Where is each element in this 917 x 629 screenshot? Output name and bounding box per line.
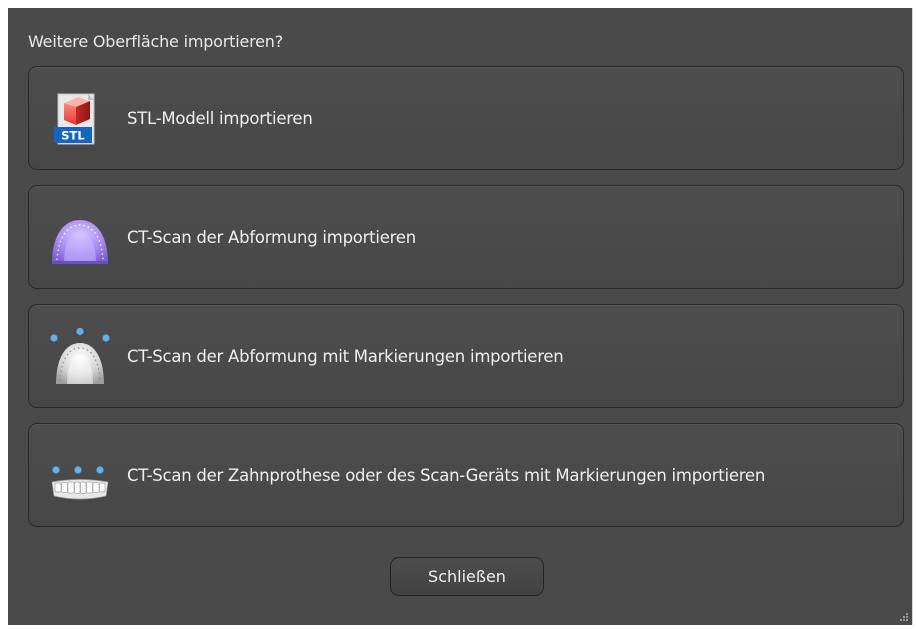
resize-grip-icon[interactable]: [899, 612, 909, 622]
import-surface-dialog: Weitere Oberfläche importieren? STL STL-…: [8, 8, 913, 625]
option-label: CT-Scan der Abformung importieren: [127, 227, 416, 247]
impression-icon: [52, 220, 108, 264]
stl-import-button[interactable]: STL STL-Modell importieren: [28, 66, 904, 170]
option-label: STL-Modell importieren: [127, 108, 313, 128]
dialog-prompt: Weitere Oberfläche importieren?: [28, 32, 283, 51]
option-label: CT-Scan der Abformung mit Markierungen i…: [127, 346, 564, 366]
option-label: CT-Scan der Zahnprothese oder des Scan-G…: [127, 465, 766, 485]
impression-markers-import-button[interactable]: CT-Scan der Abformung mit Markierungen i…: [28, 304, 904, 408]
impression-markers-icon: [50, 327, 110, 384]
denture-markers-import-button[interactable]: CT-Scan der Zahnprothese oder des Scan-G…: [28, 423, 904, 527]
stl-file-icon: STL: [54, 93, 95, 145]
stl-badge-text: STL: [61, 129, 85, 143]
impression-import-button[interactable]: CT-Scan der Abformung importieren: [28, 185, 904, 289]
denture-markers-icon: [51, 466, 109, 500]
close-button[interactable]: Schließen: [390, 557, 544, 596]
